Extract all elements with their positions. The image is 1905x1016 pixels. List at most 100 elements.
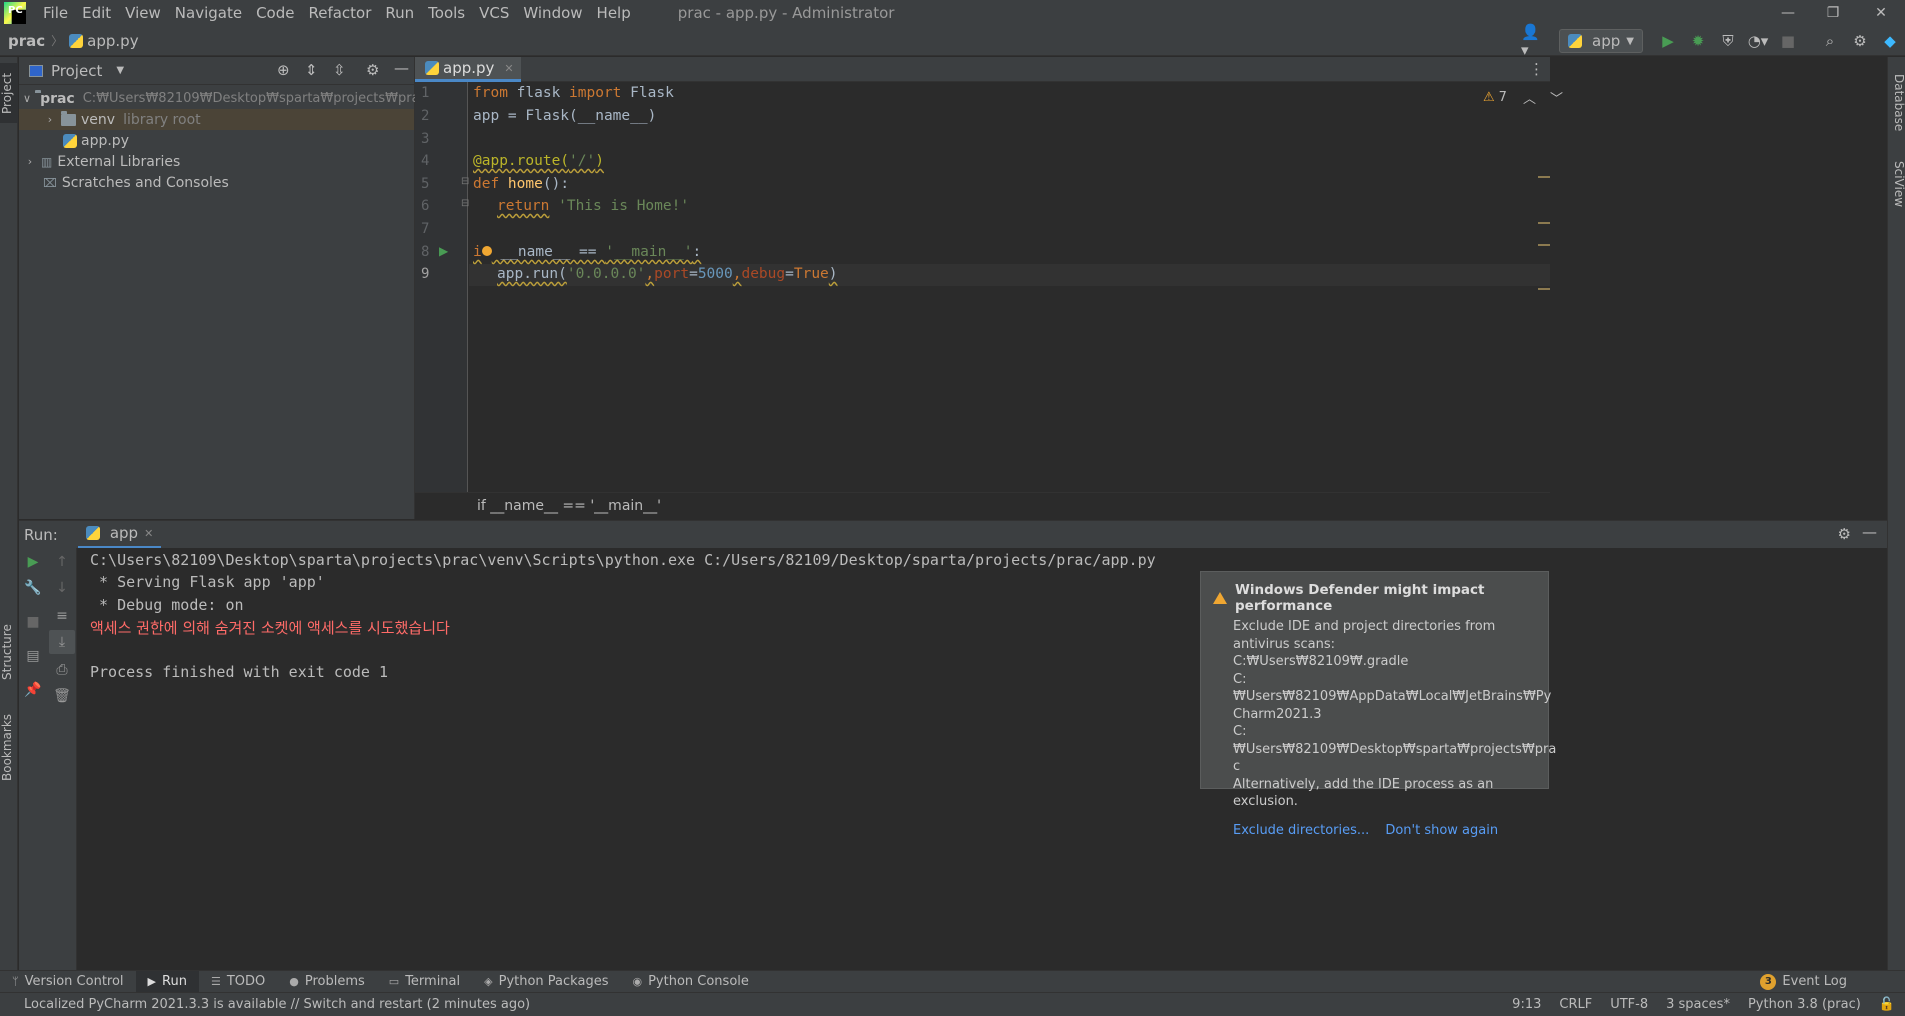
line-number: 8: [421, 244, 430, 260]
trash-icon[interactable]: 🗑: [49, 684, 75, 708]
tree-item-app-py[interactable]: app.py: [19, 130, 414, 151]
menu-vcs[interactable]: VCS: [472, 4, 516, 22]
chevron-down-icon[interactable]: ∨: [23, 92, 31, 105]
minimize-button[interactable]: —: [1765, 0, 1811, 26]
tab-run[interactable]: ▶ Run: [135, 970, 199, 993]
hide-icon[interactable]: —: [1862, 523, 1877, 541]
indent-setting[interactable]: 3 spaces*: [1666, 997, 1730, 1012]
layout-icon[interactable]: ▤: [20, 644, 46, 668]
structure-tool-tab[interactable]: Structure: [0, 617, 18, 687]
run-tab-label: app: [109, 524, 139, 542]
fold-icon[interactable]: ⊟: [461, 176, 469, 187]
database-tool-tab[interactable]: Database: [1888, 63, 1905, 143]
wrench-icon[interactable]: 🔧: [20, 576, 46, 600]
file-encoding[interactable]: UTF-8: [1610, 997, 1648, 1012]
user-icon[interactable]: 👤▾: [1521, 23, 1547, 59]
menu-edit[interactable]: Edit: [75, 4, 118, 22]
tab-todo[interactable]: ☰ TODO: [199, 974, 277, 989]
list-icon: ☰: [210, 975, 221, 988]
expand-all-icon[interactable]: ⇕: [305, 61, 318, 79]
chevron-right-icon[interactable]: ›: [43, 113, 57, 126]
code-editor[interactable]: 1 2 3 4 5 6 7 8 9 ▶ ⊟ ⊟ from flask impor…: [415, 82, 1563, 519]
run-console[interactable]: C:\Users\82109\Desktop\sparta\projects\p…: [78, 548, 1887, 970]
pin-icon[interactable]: 📌: [20, 678, 46, 702]
gear-icon[interactable]: ⚙: [366, 61, 379, 79]
intention-bulb-icon[interactable]: [481, 246, 492, 256]
editor-tab-app-py[interactable]: app.py ✕: [415, 57, 521, 82]
terminal-icon: ▭: [388, 975, 400, 988]
menu-tools[interactable]: Tools: [421, 4, 472, 22]
menu-window[interactable]: Window: [516, 4, 589, 22]
menu-file[interactable]: File: [36, 4, 75, 22]
run-icon[interactable]: ▶: [1655, 28, 1681, 54]
warning-mark[interactable]: [1538, 244, 1550, 246]
tab-problems[interactable]: ● Problems: [277, 974, 377, 989]
fold-icon[interactable]: ⊟: [461, 198, 469, 209]
status-message[interactable]: Localized PyCharm 2021.3.3 is available …: [24, 997, 530, 1012]
chevron-right-icon[interactable]: ›: [23, 155, 37, 168]
run-gutter-icon[interactable]: ▶: [439, 244, 448, 258]
debug-icon[interactable]: ✹: [1685, 28, 1711, 54]
lock-icon[interactable]: 🔓: [1879, 997, 1895, 1012]
breadcrumb-file[interactable]: app.py: [87, 32, 138, 50]
warning-mark[interactable]: [1538, 222, 1550, 224]
exclude-directories-link[interactable]: Exclude directories...: [1233, 823, 1369, 838]
warning-mark[interactable]: [1538, 288, 1550, 290]
bookmarks-tool-tab[interactable]: Bookmarks: [0, 707, 18, 787]
stop-icon[interactable]: ■: [1775, 28, 1801, 54]
tree-item-prac[interactable]: ∨ prac C:₩Users₩82109₩Desktop₩sparta₩pro…: [19, 88, 427, 109]
menu-view[interactable]: View: [118, 4, 168, 22]
close-icon[interactable]: ✕: [504, 62, 513, 75]
coverage-icon[interactable]: ⛨: [1715, 28, 1741, 54]
print-icon[interactable]: ⎙: [49, 658, 75, 682]
menu-run[interactable]: Run: [378, 4, 421, 22]
close-icon[interactable]: ✕: [144, 527, 153, 540]
settings-icon[interactable]: ⚙: [1847, 28, 1873, 54]
tree-item-external-libraries[interactable]: › ▥ External Libraries: [19, 151, 414, 172]
line-number: 1: [421, 85, 430, 101]
previous-highlight-icon[interactable]: ︿: [1523, 88, 1536, 107]
sciview-tool-tab[interactable]: SciView: [1888, 151, 1905, 217]
up-arrow-icon[interactable]: ↑: [49, 550, 75, 574]
gear-icon[interactable]: ⚙: [1838, 525, 1851, 543]
run-configuration-select[interactable]: app ▼: [1559, 29, 1643, 53]
line-separator[interactable]: CRLF: [1559, 997, 1592, 1012]
restore-button[interactable]: ❐: [1810, 0, 1856, 26]
scratches-icon: ⌧: [43, 175, 57, 190]
hide-icon[interactable]: —: [394, 59, 409, 77]
search-icon[interactable]: ⌕: [1817, 28, 1843, 54]
project-panel-title[interactable]: Project: [51, 62, 102, 80]
soft-wrap-icon[interactable]: ≡: [49, 604, 75, 628]
locate-file-icon[interactable]: ⊕: [277, 61, 290, 79]
breadcrumb-project[interactable]: prac: [8, 32, 45, 50]
menu-refactor[interactable]: Refactor: [301, 4, 378, 22]
close-button[interactable]: ✕: [1858, 0, 1904, 26]
stop-icon[interactable]: ■: [20, 610, 46, 634]
chevron-down-icon[interactable]: ▼: [116, 65, 124, 76]
scroll-to-end-icon[interactable]: ⤓: [49, 630, 75, 654]
more-icon[interactable]: ⋮: [1529, 60, 1544, 78]
dont-show-again-link[interactable]: Don't show again: [1385, 823, 1498, 838]
menu-code[interactable]: Code: [249, 4, 301, 22]
navigation-bar: prac 〉 app.py 👤▾ app ▼ ▶ ✹ ⛨ ◔▾ ■ ⌕ ⚙ ◆: [0, 23, 1905, 59]
profile-icon[interactable]: ◔▾: [1745, 28, 1771, 54]
run-tab-app[interactable]: app ✕: [77, 521, 162, 549]
editor-breadcrumb[interactable]: if __name__ == '__main__': [415, 492, 1550, 519]
warning-mark[interactable]: [1538, 176, 1550, 178]
menu-help[interactable]: Help: [590, 4, 638, 22]
tab-version-control[interactable]: ᛘ Version Control: [0, 974, 136, 989]
tab-python-console[interactable]: ◉ Python Console: [620, 974, 760, 989]
tab-terminal[interactable]: ▭ Terminal: [377, 974, 472, 989]
rerun-icon[interactable]: ▶: [20, 550, 46, 574]
code-with-me-icon[interactable]: ◆: [1877, 28, 1903, 54]
tree-item-scratches[interactable]: ⌧ Scratches and Consoles: [19, 172, 414, 193]
event-log-button[interactable]: 3 Event Log: [1760, 973, 1847, 990]
menu-navigate[interactable]: Navigate: [168, 4, 249, 22]
down-arrow-icon[interactable]: ↓: [49, 576, 75, 600]
python-interpreter[interactable]: Python 3.8 (prac): [1748, 997, 1861, 1012]
tab-python-packages[interactable]: ◈ Python Packages: [472, 974, 620, 989]
caret-position[interactable]: 9:13: [1512, 997, 1541, 1012]
project-tool-tab[interactable]: Project: [0, 63, 18, 123]
collapse-all-icon[interactable]: ⇳: [333, 61, 346, 79]
tree-item-venv[interactable]: › venv library root: [19, 109, 414, 130]
